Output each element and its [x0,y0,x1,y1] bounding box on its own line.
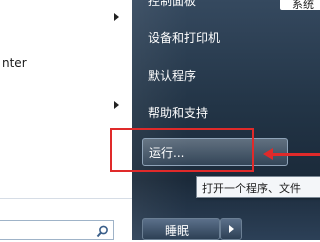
annotation-arrow-line [272,153,320,156]
chevron-right-icon [229,225,234,233]
submenu-arrow-icon[interactable] [114,101,119,109]
programs-pane: nter [0,0,132,240]
search-icon[interactable] [96,223,109,242]
corner-text: 系统 [292,0,314,11]
menu-item-control-panel[interactable]: 控制面板 [148,0,196,9]
sleep-button[interactable]: 睡眠 [142,218,220,240]
menu-item-help-support[interactable]: 帮助和支持 [148,104,208,121]
power-options-button[interactable] [220,218,242,240]
tooltip: 打开一个程序、文件 [196,176,320,198]
menu-item-devices-printers[interactable]: 设备和打印机 [148,29,220,46]
annotation-highlight-box [110,128,254,172]
program-item-center[interactable]: nter [2,56,27,70]
start-menu-right-pane: 控制面板 设备和打印机 默认程序 帮助和支持 [132,0,320,240]
menu-item-default-programs[interactable]: 默认程序 [148,67,196,84]
sleep-label: 睡眠 [165,224,190,238]
divider [0,198,132,199]
search-input[interactable] [0,220,114,240]
background-window-fragment: 系统 [280,0,320,11]
submenu-arrow-icon[interactable] [114,13,119,21]
